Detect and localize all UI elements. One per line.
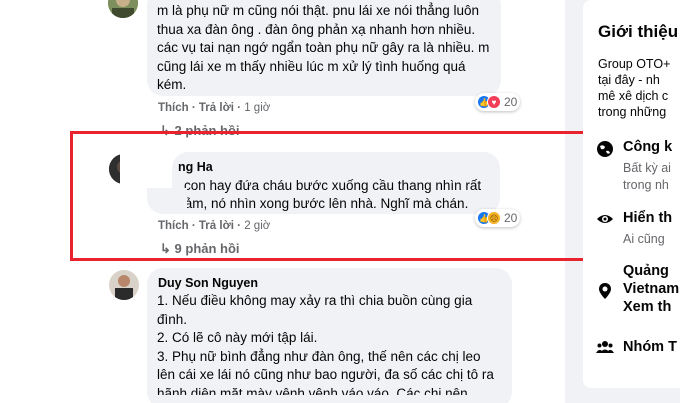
- comment-line: 3. Phụ nữ bình đẳng như đàn ông, thế nên…: [157, 348, 481, 364]
- separator-dot: ·: [191, 102, 196, 114]
- comment-actions: Thích · Trả lời · 1 giờ: [158, 102, 270, 114]
- comment-line: các vụ tai nạn ngớ ngẩn toàn phụ nữ gây …: [157, 40, 490, 55]
- about-desc-line: tại đây - nh: [598, 73, 660, 87]
- avatar-photo: [109, 270, 139, 300]
- group-type-heading: Nhóm T: [623, 339, 677, 355]
- eye-icon: [597, 215, 613, 223]
- highlight-box: [70, 131, 592, 261]
- reply-link[interactable]: Trả lời: [199, 102, 234, 114]
- commenter-avatar[interactable]: [108, 0, 138, 18]
- privacy-heading: Công k: [623, 139, 673, 155]
- comment-bubble: Duy Son Nguyen 1. Nếu điều không may xảy…: [147, 268, 512, 403]
- comment-line: lên cái xe lái nó cũng như bao người, đa…: [157, 367, 494, 382]
- visibility-desc: Ai cũng: [623, 232, 665, 246]
- about-desc-line: mê xê dịch c: [598, 89, 669, 103]
- reaction-count: 20: [504, 95, 518, 109]
- separator-dot: ·: [237, 102, 241, 114]
- group-icon: [596, 341, 614, 353]
- privacy-desc: Bất kỳ ai: [623, 161, 671, 175]
- avatar-photo: [108, 0, 138, 18]
- comment-line: 1. Nếu điều không may xảy ra thì chia bu…: [157, 293, 473, 308]
- comment-line: m là phụ nữ m cũng nói thật. pnu lái xe …: [157, 3, 479, 18]
- like-link[interactable]: Thích: [158, 102, 189, 114]
- comment-line: kém.: [157, 77, 187, 92]
- commenter-avatar[interactable]: [109, 270, 139, 300]
- comment-line: 2. Có lẽ cô này mới tập lái.: [157, 330, 318, 345]
- about-title: Giới thiệu: [598, 22, 679, 41]
- comment-bubble: m là phụ nữ m cũng nói thật. pnu lái xe …: [147, 0, 501, 96]
- location-heading: Quảng: [623, 263, 669, 279]
- about-desc-line: trong những: [598, 105, 667, 119]
- about-panel: Giới thiệu Group OTO+ tại đây - nh mê xê…: [583, 0, 680, 388]
- love-reaction-icon: ♥: [487, 95, 501, 109]
- reaction-summary[interactable]: 👍 ♥ 20: [475, 93, 521, 111]
- location-pin-icon: [599, 283, 611, 299]
- comment-line: đình.: [157, 311, 188, 327]
- comment-time[interactable]: 1 giờ: [244, 102, 270, 114]
- view-location[interactable]: Xem th: [623, 299, 671, 315]
- location-value[interactable]: Vietnam: [623, 281, 679, 297]
- comment-line: thua xa đàn ông . đàn ông phản xạ nhanh …: [157, 21, 476, 37]
- comment-line: hãnh diện mặt mày vênh vênh váo váo. Các…: [157, 385, 468, 401]
- comment-line: cũng lái xe m thấy nhiều lúc m xử lý tìn…: [157, 58, 466, 74]
- commenter-name[interactable]: Duy Son Nguyen: [158, 276, 258, 290]
- visibility-heading: Hiển th: [623, 210, 673, 226]
- about-desc-line: Group OTO+: [598, 57, 671, 71]
- privacy-desc: trong nh: [623, 178, 669, 192]
- globe-icon: [597, 141, 613, 157]
